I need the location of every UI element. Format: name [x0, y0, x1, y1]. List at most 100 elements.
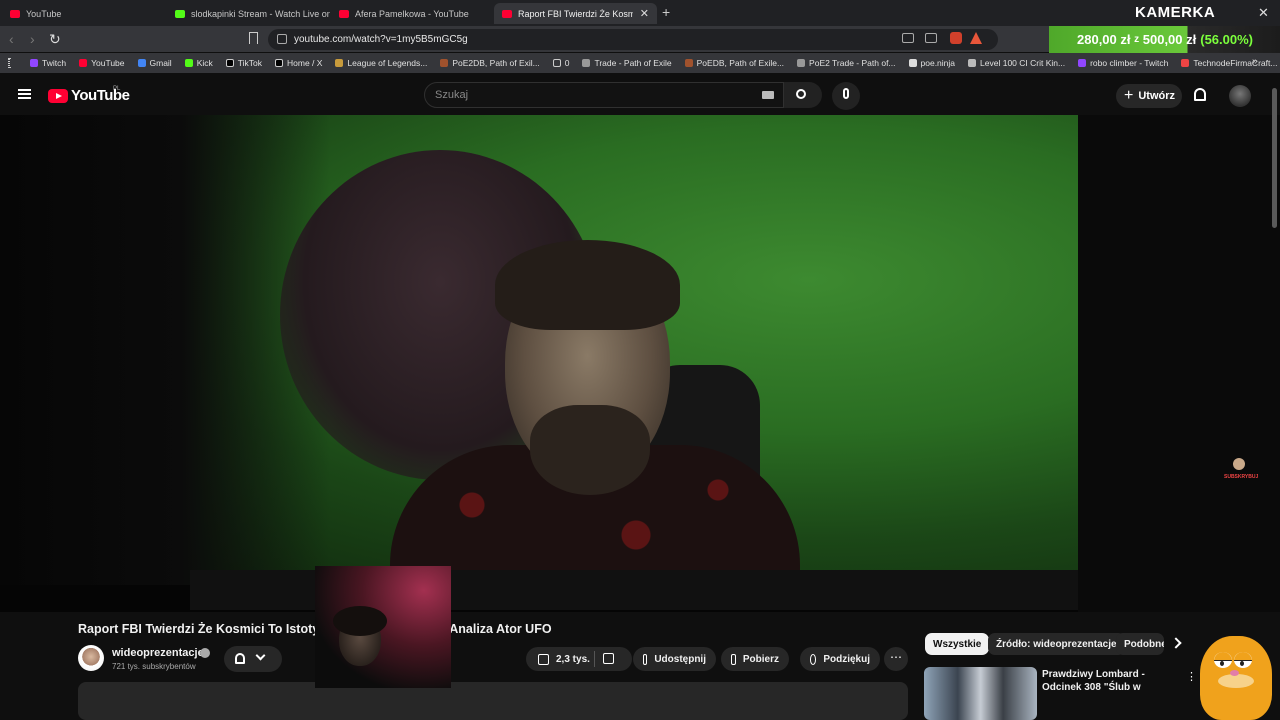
- youtube-wordmark: YouTube: [71, 87, 130, 104]
- poe-trade-icon: [582, 59, 591, 67]
- bookmark-item[interactable]: TikTok: [225, 58, 263, 68]
- recommended-title[interactable]: Prawdziwy Lombard - Odcinek 308 "Ślub w …: [1042, 668, 1182, 694]
- apps-grid-icon[interactable]: [8, 58, 10, 68]
- recommended-thumbnail[interactable]: [924, 667, 1037, 720]
- account-avatar[interactable]: [1229, 85, 1251, 107]
- youtube-icon: [10, 9, 20, 18]
- video-shadow: [0, 115, 330, 585]
- bookmark-item[interactable]: PoE2DB, Path of Exil...: [440, 58, 540, 68]
- youtube-play-icon: [48, 88, 68, 103]
- bookmark-item[interactable]: YouTube: [79, 58, 125, 68]
- download-button[interactable]: Pobierz: [721, 647, 789, 671]
- person-beard: [530, 405, 650, 495]
- bookmark-item[interactable]: PoEDB, Path of Exile...: [684, 58, 784, 68]
- video-side-black: [1078, 115, 1280, 612]
- shield-extension-icon[interactable]: [950, 32, 962, 44]
- bookmark-icon[interactable]: [249, 32, 258, 44]
- cast-icon[interactable]: [902, 33, 914, 43]
- back-icon[interactable]: ‹: [9, 31, 14, 47]
- region-code: PL: [113, 86, 121, 92]
- description-box[interactable]: [78, 682, 908, 720]
- donation-goal-banner: 280,00 zł z 500,00 zł (56.00%): [1049, 26, 1280, 53]
- bookmark-item[interactable]: Gmail: [137, 58, 172, 68]
- kick-icon: [184, 59, 193, 67]
- subscription-bell-button[interactable]: [224, 646, 282, 672]
- bookmark-item[interactable]: League of Legends...: [335, 58, 427, 68]
- bookmark-label: PoE2DB, Path of Exil...: [452, 58, 540, 68]
- plus-icon: +: [1124, 87, 1134, 104]
- bookmark-item[interactable]: Kick: [184, 58, 213, 68]
- forward-icon[interactable]: ›: [30, 31, 35, 47]
- url-text: youtube.com/watch?v=1my5B5mGC5g: [294, 34, 468, 45]
- channel-avatar[interactable]: [78, 645, 104, 671]
- browser-tab[interactable]: slodkapinki Stream - Watch Live on Kick: [167, 3, 330, 24]
- tiktok-icon: [225, 59, 234, 67]
- keyboard-icon[interactable]: [762, 91, 774, 99]
- folder-icon: [552, 59, 561, 67]
- thanks-label: Podziękuj: [823, 653, 870, 665]
- window-close-icon[interactable]: ✕: [1258, 5, 1269, 21]
- address-bar[interactable]: youtube.com/watch?v=1my5B5mGC5g: [268, 29, 998, 50]
- more-actions-button[interactable]: ⋯: [884, 647, 908, 671]
- twitch-icon: [1078, 59, 1087, 67]
- thumbs-up-icon: [538, 653, 549, 665]
- reload-icon[interactable]: ↻: [49, 31, 61, 48]
- bookmark-folder[interactable]: 0: [552, 58, 569, 68]
- poedb-icon: [684, 59, 693, 67]
- bookmarks-bar: Twitch YouTube Gmail Kick TikTok Home / …: [0, 53, 1280, 73]
- tab-label: slodkapinki Stream - Watch Live on Kick: [191, 8, 330, 19]
- share-page-icon[interactable]: [925, 33, 937, 43]
- bookmarks-overflow-icon[interactable]: »: [1252, 56, 1258, 67]
- close-tab-icon[interactable]: ✕: [640, 7, 649, 20]
- browser-tab[interactable]: Afera Pamelkowa - YouTube: [331, 3, 494, 24]
- x-icon: [275, 59, 284, 67]
- subscribe-watermark[interactable]: SUBSKRYBUJ: [1224, 458, 1258, 486]
- notifications-icon[interactable]: [1194, 88, 1206, 101]
- bookmark-item[interactable]: robo climber - Twitch: [1078, 58, 1168, 68]
- webcam-overlay: [315, 566, 451, 688]
- menu-icon[interactable]: [18, 89, 31, 99]
- tab-label: Afera Pamelkowa - YouTube: [355, 8, 469, 19]
- browser-tab-active[interactable]: Raport FBI Twierdzi Że Kosmici ✕: [494, 3, 657, 24]
- technode-icon: [1181, 59, 1190, 67]
- bookmark-item[interactable]: Trade - Path of Exile: [582, 58, 672, 68]
- rewards-extension-icon[interactable]: [970, 32, 982, 44]
- super-thanks-icon: [810, 653, 817, 665]
- browser-tab[interactable]: YouTube: [2, 3, 167, 24]
- thanks-button[interactable]: Podziękuj: [800, 647, 880, 671]
- bookmark-item[interactable]: Level 100 CI Crit Kin...: [968, 58, 1065, 68]
- video-player[interactable]: [0, 115, 1280, 612]
- page-scrollbar[interactable]: [1272, 88, 1277, 228]
- share-button[interactable]: Udostępnij: [633, 647, 716, 671]
- thumbs-down-icon[interactable]: [603, 653, 614, 664]
- create-button[interactable]: + Utwórz: [1116, 84, 1182, 108]
- tab-label: YouTube: [26, 8, 62, 19]
- like-button[interactable]: 2,3 tys.: [526, 647, 632, 671]
- bookmark-label: TechnodeFirmaCraft...: [1193, 58, 1278, 68]
- bookmark-item[interactable]: PoE2 Trade - Path of...: [797, 58, 896, 68]
- garfield-muzzle: [1218, 674, 1254, 688]
- chevron-right-icon[interactable]: [1170, 637, 1182, 649]
- video-title-right: Analiza Ator UFO: [449, 622, 552, 636]
- search-input[interactable]: Szukaj: [424, 82, 784, 108]
- bookmark-label: Gmail: [149, 58, 172, 68]
- bookmark-label: League of Legends...: [347, 58, 428, 68]
- subscribe-watermark-label: SUBSKRYBUJ: [1224, 474, 1259, 480]
- bookmark-label: TikTok: [237, 58, 263, 68]
- chip-source[interactable]: Źródło: wideoprezentacje: [988, 633, 1125, 655]
- channel-name[interactable]: wideoprezentacje: [112, 647, 204, 659]
- chip-all[interactable]: Wszystkie: [925, 633, 990, 655]
- new-tab-button[interactable]: +: [662, 4, 670, 20]
- bookmark-item[interactable]: Twitch: [30, 58, 66, 68]
- bookmark-item[interactable]: TechnodeFirmaCraft...: [1181, 58, 1277, 68]
- bookmark-label: Twitch: [42, 58, 67, 68]
- search-icon: [796, 89, 806, 99]
- bookmark-item[interactable]: poe.ninja: [908, 58, 955, 68]
- bookmark-label: Trade - Path of Exile: [594, 58, 672, 68]
- donation-current: 280,00 zł: [1077, 32, 1131, 47]
- chip-similar[interactable]: Podobne: [1116, 633, 1164, 655]
- site-info-icon[interactable]: [277, 34, 287, 44]
- create-label: Utwórz: [1138, 90, 1176, 102]
- bookmark-label: robo climber - Twitch: [1090, 58, 1169, 68]
- bookmark-item[interactable]: Home / X: [275, 58, 322, 68]
